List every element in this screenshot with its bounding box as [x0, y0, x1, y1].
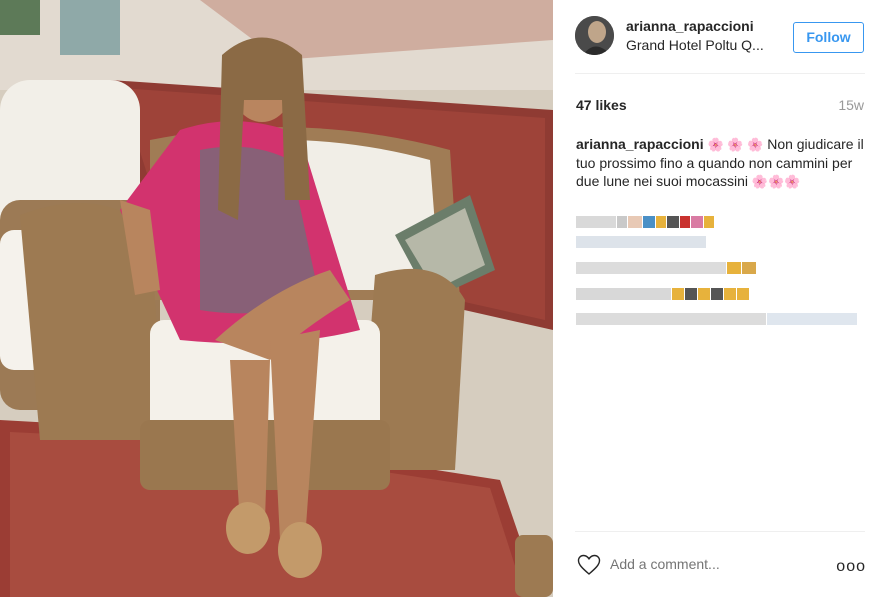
caption-flowers-1: 🌸 🌸 🌸 [707, 137, 764, 152]
obscured-comment-3 [576, 259, 757, 274]
header-divider [575, 73, 865, 74]
more-options-icon[interactable]: ooo [836, 558, 866, 576]
obscured-comment-2 [576, 233, 707, 248]
obscured-comment-4 [576, 285, 750, 300]
post-photo[interactable] [0, 0, 553, 597]
caption-username[interactable]: arianna_rapaccioni [576, 136, 704, 152]
post-time[interactable]: 15w [838, 97, 864, 113]
follow-button[interactable]: Follow [793, 22, 864, 53]
add-comment-bar: ooo [553, 548, 886, 584]
post-sidebar: arianna_rapaccioni Grand Hotel Poltu Q..… [553, 0, 886, 597]
likes-count[interactable]: 47 likes [576, 97, 627, 113]
obscured-comment-5 [576, 310, 858, 325]
location-link[interactable]: Grand Hotel Poltu Q... [626, 37, 774, 53]
caption-flowers-2: 🌸🌸🌸 [751, 174, 801, 189]
username-link[interactable]: arianna_rapaccioni [626, 18, 754, 34]
footer-divider [575, 531, 865, 532]
caption: arianna_rapaccioni 🌸 🌸 🌸 Non giudicare i… [576, 135, 866, 191]
obscured-comment-1 [576, 213, 715, 228]
heart-icon[interactable] [577, 554, 601, 581]
comment-input[interactable] [610, 556, 810, 572]
post-image [0, 0, 553, 597]
post-header: arianna_rapaccioni Grand Hotel Poltu Q..… [553, 0, 886, 73]
avatar[interactable] [575, 16, 614, 55]
